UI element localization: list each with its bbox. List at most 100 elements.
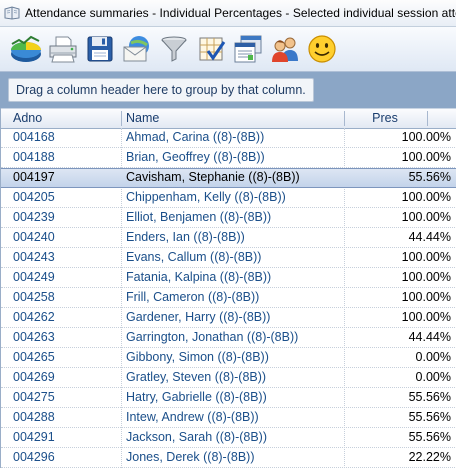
cell-name: Jackson, Sarah ((8)-(8B)) xyxy=(126,430,268,444)
cell-pres: 100.00% xyxy=(401,290,451,304)
cell-pres: 55.56% xyxy=(408,170,451,184)
table-row[interactable]: 004188 Brian, Geoffrey ((8)-(8B)) 100.00% xyxy=(1,148,456,168)
cell-adno: 004188 xyxy=(13,150,55,164)
cell-adno: 004249 xyxy=(13,270,55,284)
cell-pres: 100.00% xyxy=(401,270,451,284)
column-header-name[interactable]: Name xyxy=(126,109,341,128)
cell-adno: 004197 xyxy=(13,170,55,184)
cell-name: Garrington, Jonathan ((8)-(8B)) xyxy=(126,330,299,344)
users-icon xyxy=(272,37,298,62)
table-row[interactable]: 004243 Evans, Callum ((8)-(8B)) 100.00% xyxy=(1,248,456,268)
chart-icon xyxy=(11,35,41,62)
cell-name: Jones, Derek ((8)-(8B)) xyxy=(126,450,255,464)
cell-adno: 004239 xyxy=(13,210,55,224)
toolbar xyxy=(0,27,456,72)
column-header-adno[interactable]: Adno xyxy=(13,109,118,128)
smiley-icon xyxy=(308,35,336,63)
cell-adno: 004288 xyxy=(13,410,55,424)
table-row-selected[interactable]: 004197 Cavisham, Stephanie ((8)-(8B)) 55.5… xyxy=(1,168,456,188)
title-bar[interactable]: Attendance summaries - Individual Percen… xyxy=(0,0,456,27)
cell-pres: 22.22% xyxy=(408,450,451,464)
cell-pres: 100.00% xyxy=(401,210,451,224)
cell-name: Gardener, Harry ((8)-(8B)) xyxy=(126,310,271,324)
cell-pres: 55.56% xyxy=(408,410,451,424)
cell-name: Hatry, Gabrielle ((8)-(8B)) xyxy=(126,390,267,404)
cell-pres: 100.00% xyxy=(401,150,451,164)
table-row[interactable]: 004269 Gratley, Steven ((8)-(8B)) 0.00% xyxy=(1,368,456,388)
table-row[interactable]: 004296 Jones, Derek ((8)-(8B)) 22.22% xyxy=(1,448,456,468)
report-icon xyxy=(234,35,262,63)
cell-pres: 0.00% xyxy=(415,350,451,364)
table-row[interactable]: 004288 Intew, Andrew ((8)-(8B)) 55.56% xyxy=(1,408,456,428)
cell-name: Gratley, Steven ((8)-(8B)) xyxy=(126,370,267,384)
cell-name: Cavisham, Stephanie ((8)-(8B)) xyxy=(126,170,300,184)
cell-adno: 004296 xyxy=(13,450,55,464)
cell-pres: 100.00% xyxy=(401,250,451,264)
column-separator[interactable] xyxy=(344,111,345,126)
group-by-hint: Drag a column header here to group by th… xyxy=(8,78,314,102)
cell-adno: 004263 xyxy=(13,330,55,344)
cell-adno: 004243 xyxy=(13,250,55,264)
chart-button[interactable] xyxy=(8,31,44,67)
cell-adno: 004275 xyxy=(13,390,55,404)
printer-icon xyxy=(49,36,77,63)
cell-name: Gibbony, Simon ((8)-(8B)) xyxy=(126,350,269,364)
app-icon xyxy=(4,6,20,20)
table-row[interactable]: 004258 Frill, Cameron ((8)-(8B)) 100.00% xyxy=(1,288,456,308)
email-button[interactable] xyxy=(119,31,155,67)
group-by-panel[interactable]: Drag a column header here to group by th… xyxy=(0,72,456,108)
table-row[interactable]: 004168 Ahmad, Carina ((8)-(8B)) 100.00% xyxy=(1,128,456,148)
table-row[interactable]: 004265 Gibbony, Simon ((8)-(8B)) 0.00% xyxy=(1,348,456,368)
cell-name: Frill, Cameron ((8)-(8B)) xyxy=(126,290,260,304)
cell-adno: 004269 xyxy=(13,370,55,384)
cell-pres: 100.00% xyxy=(401,190,451,204)
table-row[interactable]: 004240 Enders, Ian ((8)-(8B)) 44.44% xyxy=(1,228,456,248)
save-icon xyxy=(87,36,113,62)
cell-name: Intew, Andrew ((8)-(8B)) xyxy=(126,410,259,424)
window-title: Attendance summaries - Individual Percen… xyxy=(25,6,456,20)
report-button[interactable] xyxy=(230,31,266,67)
cell-adno: 004265 xyxy=(13,350,55,364)
checklist-icon xyxy=(199,37,226,61)
cell-name: Fatania, Kalpina ((8)-(8B)) xyxy=(126,270,272,284)
table-row[interactable]: 004262 Gardener, Harry ((8)-(8B)) 100.00% xyxy=(1,308,456,328)
cell-adno: 004205 xyxy=(13,190,55,204)
checklist-button[interactable] xyxy=(193,31,229,67)
filter-button[interactable] xyxy=(156,31,192,67)
print-button[interactable] xyxy=(45,31,81,67)
table-row[interactable]: 004205 Chippenham, Kelly ((8)-(8B)) 100.00… xyxy=(1,188,456,208)
cell-adno: 004262 xyxy=(13,310,55,324)
cell-pres: 55.56% xyxy=(408,430,451,444)
table-row[interactable]: 004263 Garrington, Jonathan ((8)-(8B)) 44.… xyxy=(1,328,456,348)
cell-adno: 004291 xyxy=(13,430,55,444)
column-separator[interactable] xyxy=(121,111,122,126)
cell-pres: 44.44% xyxy=(408,230,451,244)
column-header-pres[interactable]: Pres xyxy=(347,109,423,128)
cell-pres: 100.00% xyxy=(401,130,451,144)
column-separator[interactable] xyxy=(427,111,428,126)
cell-pres: 44.44% xyxy=(408,330,451,344)
attendance-grid: Adno Name Pres 004168 Ahmad, Carina ((8)-… xyxy=(0,108,456,468)
save-button[interactable] xyxy=(82,31,118,67)
cell-pres: 0.00% xyxy=(415,370,451,384)
table-row[interactable]: 004291 Jackson, Sarah ((8)-(8B)) 55.56% xyxy=(1,428,456,448)
table-row[interactable]: 004275 Hatry, Gabrielle ((8)-(8B)) 55.56% xyxy=(1,388,456,408)
cell-adno: 004168 xyxy=(13,130,55,144)
grid-rows: 004168 Ahmad, Carina ((8)-(8B)) 100.00% 00… xyxy=(1,128,456,468)
table-row[interactable]: 004249 Fatania, Kalpina ((8)-(8B)) 100.00% xyxy=(1,268,456,288)
smiley-button[interactable] xyxy=(304,31,340,67)
table-row[interactable]: 004239 Elliot, Benjamen ((8)-(8B)) 100.00% xyxy=(1,208,456,228)
grid-header: Adno Name Pres xyxy=(1,108,456,129)
cell-adno: 004240 xyxy=(13,230,55,244)
cell-name: Ahmad, Carina ((8)-(8B)) xyxy=(126,130,265,144)
attendance-window: Attendance summaries - Individual Percen… xyxy=(0,0,456,468)
cell-name: Evans, Callum ((8)-(8B)) xyxy=(126,250,262,264)
cell-name: Brian, Geoffrey ((8)-(8B)) xyxy=(126,150,265,164)
users-button[interactable] xyxy=(267,31,303,67)
cell-adno: 004258 xyxy=(13,290,55,304)
filter-icon xyxy=(161,36,187,62)
cell-name: Elliot, Benjamen ((8)-(8B)) xyxy=(126,210,272,224)
cell-pres: 55.56% xyxy=(408,390,451,404)
email-icon xyxy=(123,36,149,62)
cell-name: Enders, Ian ((8)-(8B)) xyxy=(126,230,245,244)
